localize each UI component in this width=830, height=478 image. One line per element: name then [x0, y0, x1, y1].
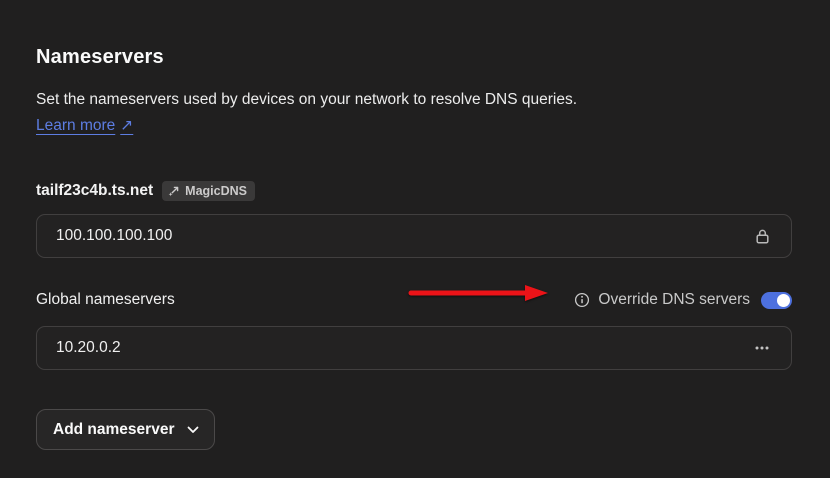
global-nameserver-input[interactable] — [56, 339, 747, 357]
tailnet-domain-name: tailf23c4b.ts.net — [36, 182, 153, 200]
ellipsis-menu-icon[interactable] — [747, 333, 777, 363]
lock-icon — [747, 221, 777, 251]
external-link-arrow-icon: ↗ — [120, 116, 133, 135]
override-dns-servers-control[interactable]: Override DNS servers — [574, 291, 792, 309]
info-icon — [574, 292, 590, 308]
dns-settings-panel: Nameservers Set the nameservers used by … — [0, 0, 830, 478]
page-title: Nameservers — [36, 46, 792, 69]
magicdns-sparkle-arrow-icon — [168, 185, 180, 197]
page-description: Set the nameservers used by devices on y… — [36, 89, 792, 111]
red-annotation-arrow — [408, 283, 550, 303]
override-dns-servers-label: Override DNS servers — [598, 291, 750, 309]
magicdns-domain-row: tailf23c4b.ts.net MagicDNS — [36, 181, 792, 201]
add-nameserver-button[interactable]: Add nameserver — [36, 409, 215, 450]
magicdns-resolver-field — [36, 214, 792, 258]
learn-more-link[interactable]: Learn more ↗ — [36, 116, 133, 135]
toggle-knob — [777, 294, 790, 307]
add-nameserver-label: Add nameserver — [53, 421, 174, 439]
global-nameserver-field — [36, 326, 792, 370]
magicdns-badge: MagicDNS — [162, 181, 255, 201]
magicdns-resolver-input[interactable] — [56, 227, 747, 245]
override-dns-servers-toggle[interactable] — [761, 292, 792, 309]
global-nameservers-label: Global nameservers — [36, 291, 175, 309]
magicdns-badge-label: MagicDNS — [185, 184, 247, 198]
global-nameservers-header-row: Global nameservers Override DNS servers — [36, 287, 792, 313]
learn-more-label: Learn more — [36, 117, 115, 135]
chevron-down-icon — [187, 426, 199, 434]
